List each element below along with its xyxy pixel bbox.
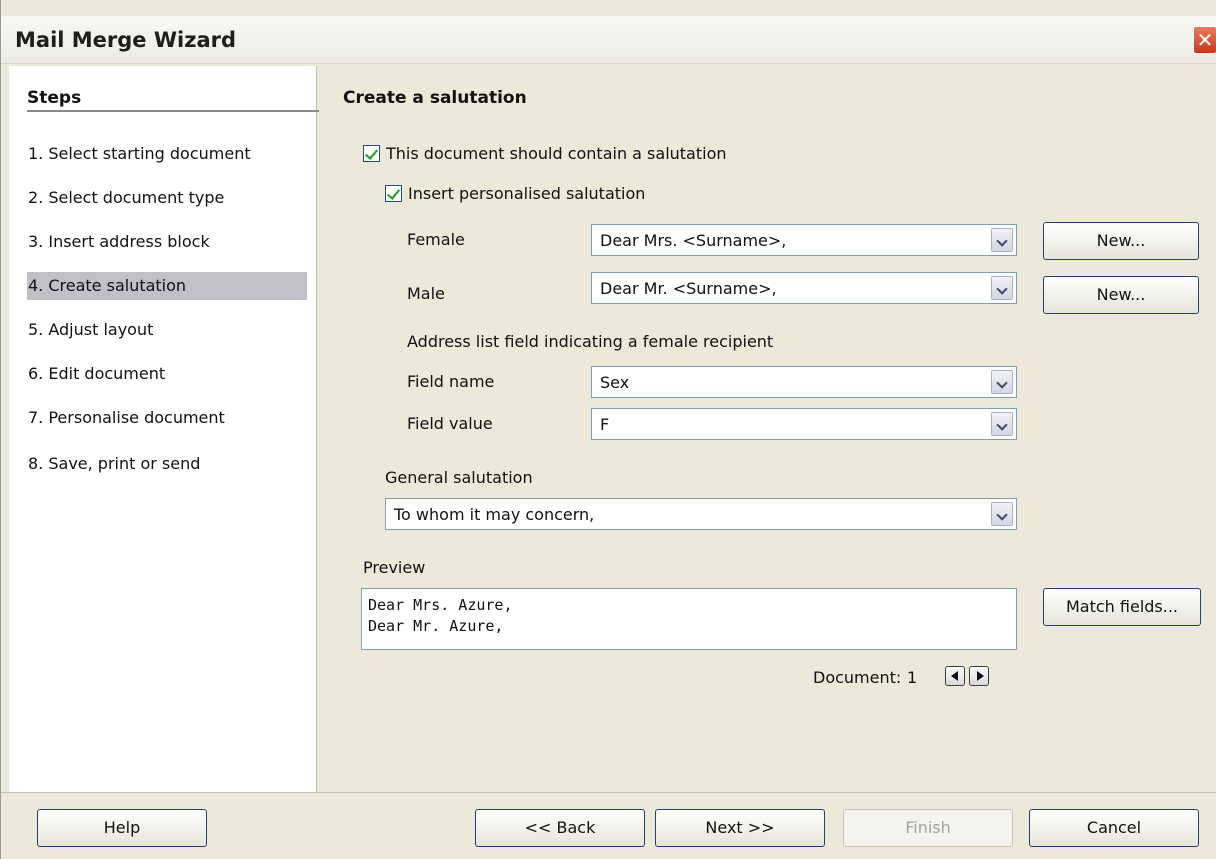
mail-merge-wizard-window: Mail Merge Wizard ✕ Steps 1. Select star… — [0, 0, 1216, 859]
step-save-print-send[interactable]: 8. Save, print or send — [27, 450, 307, 478]
back-button[interactable]: << Back — [475, 809, 645, 847]
male-salutation-select[interactable]: Dear Mr. <Surname>, — [591, 272, 1017, 304]
close-icon[interactable]: ✕ — [1193, 26, 1216, 54]
chevron-down-icon[interactable] — [991, 276, 1013, 300]
document-number: 1 — [907, 668, 918, 687]
document-label: Document: — [813, 668, 902, 687]
previous-document-icon[interactable] — [945, 666, 965, 686]
step-adjust-layout[interactable]: 5. Adjust layout — [27, 316, 307, 344]
general-salutation-value: To whom it may concern, — [394, 505, 595, 524]
female-salutation-value: Dear Mrs. <Surname>, — [600, 231, 787, 250]
steps-divider — [27, 110, 319, 112]
field-name-value: Sex — [600, 373, 630, 392]
field-name-label: Field name — [407, 372, 495, 391]
button-bar: Help << Back Next >> Finish Cancel — [1, 792, 1216, 859]
next-button[interactable]: Next >> — [655, 809, 825, 847]
preview-label: Preview — [363, 558, 426, 577]
preview-box: Dear Mrs. Azure, Dear Mr. Azure, — [361, 588, 1017, 650]
match-fields-button[interactable]: Match fields... — [1043, 588, 1201, 626]
personalised-salutation-checkbox[interactable]: Insert personalised salutation — [385, 184, 645, 203]
next-document-icon[interactable] — [969, 666, 989, 686]
finish-button[interactable]: Finish — [843, 809, 1013, 847]
new-female-button[interactable]: New... — [1043, 222, 1199, 260]
help-button[interactable]: Help — [37, 809, 207, 847]
chevron-down-icon[interactable] — [991, 412, 1013, 436]
title-bar: Mail Merge Wizard ✕ — [1, 16, 1216, 64]
cancel-button[interactable]: Cancel — [1029, 809, 1199, 847]
field-value-value: F — [600, 415, 610, 434]
male-salutation-value: Dear Mr. <Surname>, — [600, 279, 777, 298]
new-male-button[interactable]: New... — [1043, 276, 1199, 314]
contain-salutation-label: This document should contain a salutatio… — [386, 144, 727, 163]
contain-salutation-checkbox[interactable]: This document should contain a salutatio… — [363, 144, 727, 163]
step-select-document-type[interactable]: 2. Select document type — [27, 184, 307, 212]
general-salutation-label: General salutation — [385, 468, 533, 487]
address-field-label: Address list field indicating a female r… — [407, 332, 774, 351]
female-label: Female — [407, 230, 465, 249]
check-icon[interactable] — [385, 185, 402, 202]
chevron-down-icon[interactable] — [991, 502, 1013, 526]
steps-panel: Steps 1. Select starting document 2. Sel… — [9, 66, 319, 792]
step-insert-address-block[interactable]: 3. Insert address block — [27, 228, 307, 256]
step-personalise-document[interactable]: 7. Personalise document — [27, 404, 307, 432]
step-select-starting-document[interactable]: 1. Select starting document — [27, 140, 307, 168]
page-heading: Create a salutation — [343, 88, 527, 108]
general-salutation-select[interactable]: To whom it may concern, — [385, 498, 1017, 530]
field-value-select[interactable]: F — [591, 408, 1017, 440]
female-salutation-select[interactable]: Dear Mrs. <Surname>, — [591, 224, 1017, 256]
chevron-down-icon[interactable] — [991, 228, 1013, 252]
step-create-salutation[interactable]: 4. Create salutation — [27, 272, 307, 300]
field-name-select[interactable]: Sex — [591, 366, 1017, 398]
check-icon[interactable] — [363, 145, 380, 162]
personalised-salutation-label: Insert personalised salutation — [408, 184, 646, 203]
window-title: Mail Merge Wizard — [15, 28, 237, 52]
male-label: Male — [407, 284, 445, 303]
field-value-label: Field value — [407, 414, 493, 433]
preview-line-female: Dear Mrs. Azure, — [368, 596, 513, 614]
steps-heading: Steps — [27, 88, 82, 108]
step-edit-document[interactable]: 6. Edit document — [27, 360, 307, 388]
preview-line-male: Dear Mr. Azure, — [368, 617, 504, 635]
salutation-page: Create a salutation This document should… — [319, 66, 1216, 792]
chevron-down-icon[interactable] — [991, 370, 1013, 394]
